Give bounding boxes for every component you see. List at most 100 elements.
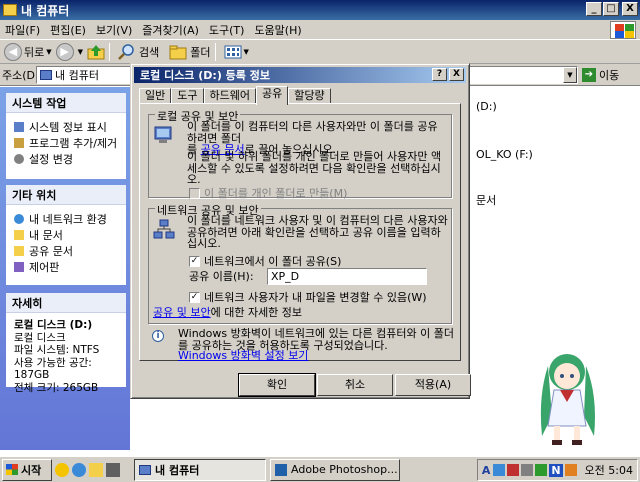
network-places-link[interactable]: 내 네트워크 환경 — [6, 211, 126, 227]
firewall-settings-link[interactable]: Windows 방화벽 설정 보기 — [178, 349, 308, 362]
minimize-button[interactable]: _ — [586, 2, 602, 16]
network-label: 내 네트워크 환경 — [29, 213, 107, 226]
other-places-title[interactable]: 기타 위치 — [6, 185, 126, 205]
forward-button[interactable]: ▶ ▼ — [55, 42, 83, 61]
menu-favorites[interactable]: 즐겨찾기(A) — [137, 22, 204, 38]
gear-icon — [14, 154, 24, 164]
tab-hardware[interactable]: 하드웨어 — [203, 88, 256, 104]
maximize-button[interactable]: □ — [603, 2, 619, 16]
help-button[interactable]: ? — [432, 68, 447, 81]
back-label: 뒤로 — [24, 45, 45, 59]
start-button[interactable]: 시작 — [2, 458, 52, 481]
back-arrow-icon: ◀ — [4, 42, 22, 61]
forward-arrow-icon: ▶ — [55, 42, 74, 61]
computer-icon — [40, 70, 52, 80]
menu-tools[interactable]: 도구(T) — [204, 22, 250, 38]
allow-change-box: ✓ — [189, 291, 200, 303]
taskbar-photoshop[interactable]: Adobe Photoshop... — [270, 458, 400, 481]
dialog-close-button[interactable]: X — [449, 68, 464, 81]
make-private-checkbox[interactable]: 이 폴더를 개인 폴더로 만듦(M) — [189, 185, 347, 201]
n-tray-icon[interactable]: N — [549, 463, 563, 477]
documents-item[interactable]: 문서 — [476, 192, 496, 208]
search-icon — [118, 43, 134, 60]
system-tasks-title[interactable]: 시스템 작업 — [6, 93, 126, 113]
address-dropdown-button[interactable]: ▼ — [563, 67, 577, 83]
system-tasks-panel: 시스템 작업 시스템 정보 표시 프로그램 추가/제거 설정 변경 — [6, 93, 126, 179]
sharing-security-link[interactable]: 공유 및 보안 — [153, 306, 211, 319]
quicklaunch-messenger-icon[interactable] — [55, 462, 69, 477]
network-sharing-group: 네트워크 공유 및 보안 이 폴더를 네트워크 사용자 및 이 컴퓨터의 다른 … — [148, 202, 452, 324]
documents-folder-icon — [14, 230, 24, 240]
explorer-titlebar[interactable]: 내 컴퓨터 _ □ X — [0, 0, 640, 20]
cancel-button[interactable]: 취소 — [317, 374, 393, 396]
apply-button[interactable]: 적용(A) — [395, 374, 471, 396]
allow-change-checkbox[interactable]: ✓ 네트워크 사용자가 내 파일을 변경할 수 있음(W) — [189, 289, 427, 305]
firewall-settings-link-wrap: Windows 방화벽 설정 보기 — [178, 350, 308, 362]
control-panel-link[interactable]: 제어판 — [6, 259, 126, 275]
clock[interactable]: 오전 5:04 — [585, 462, 633, 478]
network-share-icon — [153, 219, 175, 239]
toolbar-separator — [109, 42, 111, 61]
tab-sharing[interactable]: 공유 — [255, 86, 289, 105]
search-label: 검색 — [139, 45, 160, 59]
shared-documents-link[interactable]: 공유 문서 — [6, 243, 126, 259]
system-info-link[interactable]: 시스템 정보 표시 — [6, 119, 126, 135]
details-body: 로컬 디스크 (D:) 로컬 디스크 파일 시스템: NTFS 사용 가능한 공… — [6, 313, 126, 400]
menu-view[interactable]: 보기(V) — [91, 22, 137, 38]
my-documents-link[interactable]: 내 문서 — [6, 227, 126, 243]
back-button[interactable]: ◀ 뒤로 ▼ — [4, 42, 52, 61]
share-name-label: 공유 이름(H): — [189, 270, 254, 283]
chevron-down-icon: ▼ — [243, 47, 249, 56]
address-value: 내 컴퓨터 — [55, 69, 99, 82]
tab-quota[interactable]: 할당량 — [288, 88, 331, 104]
details-type: 로컬 디스크 — [14, 331, 66, 344]
security-tray-icon[interactable] — [507, 464, 520, 476]
local-text1-line1: 이 폴더를 이 컴퓨터의 다른 사용자와만 이 폴더를 공유하려면 폴더 — [187, 120, 438, 145]
share-on-network-checkbox[interactable]: ✓ 네트워크에서 이 폴더 공유(S) — [189, 253, 341, 269]
quicklaunch-folder-icon[interactable] — [89, 462, 103, 477]
dialog-title: 로컬 디스크 (D:) 등록 정보 — [140, 69, 270, 82]
up-folder-button[interactable] — [87, 43, 105, 61]
volume-tray-icon[interactable] — [521, 464, 534, 476]
folders-label: 폴더 — [190, 45, 211, 59]
ime-indicator[interactable]: A — [482, 464, 491, 477]
network-tray-icon[interactable] — [493, 464, 506, 476]
window-controls: _ □ X — [586, 2, 638, 16]
menu-file[interactable]: 파일(F) — [0, 22, 45, 38]
share-on-network-label: 네트워크에서 이 폴더 공유(S) — [204, 255, 342, 268]
details-title[interactable]: 자세히 — [6, 293, 126, 313]
ok-button[interactable]: 확인 — [238, 373, 316, 397]
share-name-input[interactable]: XP_D — [267, 268, 427, 285]
control-panel-icon — [14, 262, 24, 272]
views-button[interactable]: ▼ — [224, 44, 249, 60]
go-arrow-icon: ➔ — [582, 68, 596, 82]
tab-tools[interactable]: 도구 — [171, 88, 204, 104]
app-tray-icon[interactable] — [535, 464, 548, 476]
go-button[interactable]: ➔ 이동 — [582, 66, 636, 84]
drive-d-item[interactable]: (D:) — [476, 100, 497, 113]
details-total: 전체 크기: 265GB — [14, 381, 99, 394]
properties-dialog: 로컬 디스크 (D:) 등록 정보 ? X 일반 도구 하드웨어 공유 할당량 … — [130, 63, 471, 399]
drive-f-item[interactable]: OL_KO (F:) — [476, 148, 533, 161]
search-button[interactable]: 검색 — [118, 43, 159, 61]
menu-edit[interactable]: 편집(E) — [45, 22, 91, 38]
toolbar: ◀ 뒤로 ▼ ▶ ▼ 검색 폴더 ▼ — [0, 40, 640, 64]
quicklaunch-ie-icon[interactable] — [72, 462, 86, 477]
menu-help[interactable]: 도움말(H) — [249, 22, 306, 38]
close-button[interactable]: X — [622, 2, 638, 16]
details-free: 사용 가능한 공간: 187GB — [14, 356, 92, 382]
taskbar-my-computer[interactable]: 내 컴퓨터 — [134, 458, 266, 481]
tab-general[interactable]: 일반 — [139, 88, 172, 104]
folders-button[interactable]: 폴더 — [169, 44, 211, 60]
address-label: 주소(D) — [2, 68, 40, 82]
change-setting-link[interactable]: 설정 변경 — [6, 151, 126, 167]
quicklaunch-app-icon[interactable] — [106, 462, 120, 477]
dialog-titlebar[interactable]: 로컬 디스크 (D:) 등록 정보 ? X — [134, 67, 466, 83]
details-name: 로컬 디스크 (D:) — [14, 319, 93, 331]
go-label: 이동 — [599, 69, 620, 82]
allow-change-label: 네트워크 사용자가 내 파일을 변경할 수 있음(W) — [204, 291, 427, 304]
extra-tray-icon[interactable] — [564, 464, 577, 476]
windows-flag-icon — [6, 464, 18, 475]
add-remove-programs-link[interactable]: 프로그램 추가/제거 — [6, 135, 126, 151]
network-icon — [14, 214, 24, 224]
